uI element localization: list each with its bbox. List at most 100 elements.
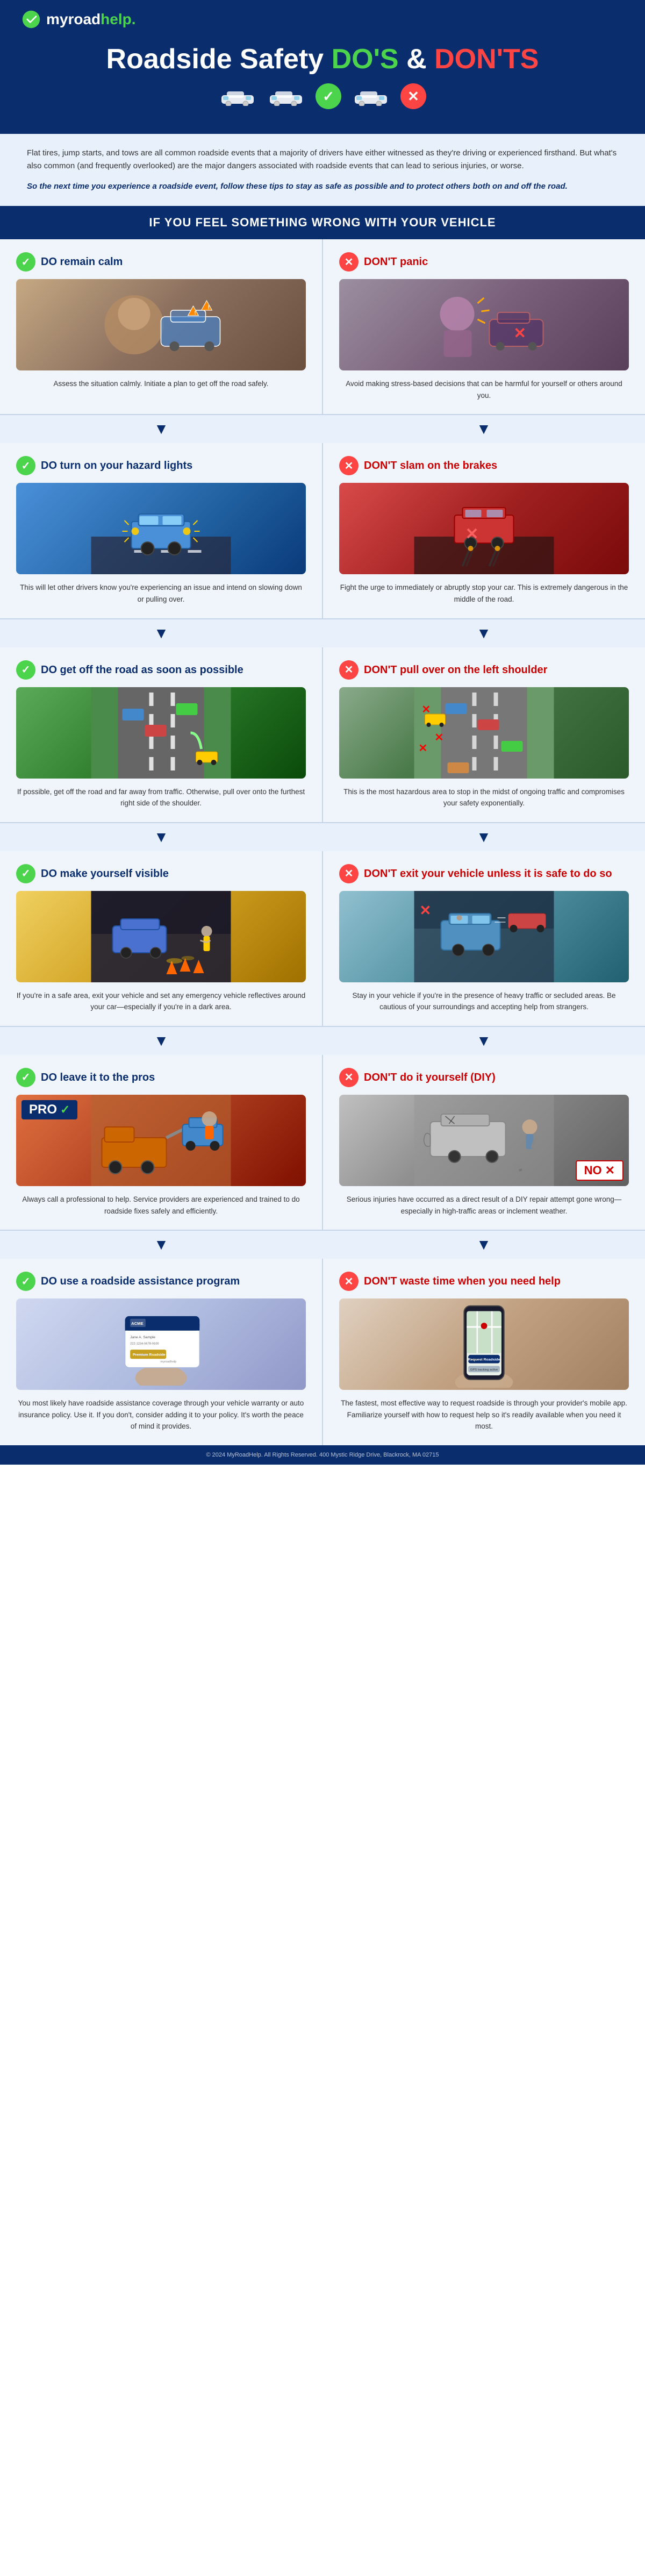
dont-title-1: DON'T panic (364, 255, 428, 268)
dont-image-6: Request Roadside GPS tracking active (339, 1298, 629, 1390)
dont-badge-2: ✕ (339, 456, 359, 475)
tip-label-do-2: ✓ DO turn on your hazard lights (16, 456, 306, 475)
svg-text:GPS tracking active: GPS tracking active (470, 1369, 498, 1372)
arrow-down-1b: ▼ (476, 420, 491, 438)
tip-col-do-5: ✓ DO leave it to the pros (0, 1055, 323, 1230)
do-title-4: DO make yourself visible (41, 867, 169, 880)
do-badge-6: ✓ (16, 1272, 35, 1291)
do-badge-2: ✓ (16, 456, 35, 475)
arrow-col-do-3: ▼ (0, 823, 322, 851)
tip-col-dont-2: ✕ DON'T slam on the brakes (323, 443, 645, 618)
arrow-row-3: ▼ ▼ (0, 823, 645, 851)
dont-title-2: DON'T slam on the brakes (364, 459, 497, 472)
do-image-2 (16, 483, 306, 574)
title-prefix: Roadside Safety (106, 44, 332, 75)
car-icon-2 (267, 87, 305, 106)
tip-label-dont-1: ✕ DON'T panic (339, 252, 629, 272)
tip-label-do-6: ✓ DO use a roadside assistance program (16, 1272, 306, 1291)
svg-text:✕: ✕ (422, 704, 431, 716)
icon-row: ✓ ✕ (22, 83, 624, 109)
tip-label-dont-5: ✕ DON'T do it yourself (DIY) (339, 1068, 629, 1087)
do-badge-5: ✓ (16, 1068, 35, 1087)
section-header-text: IF YOU FEEL SOMETHING WRONG WITH YOUR VE… (11, 216, 634, 230)
svg-text:Request Roadside: Request Roadside (468, 1358, 500, 1362)
tip-col-do-4: ✓ DO make yourself visible (0, 851, 323, 1026)
dont-title-6: DON'T waste time when you need help (364, 1275, 561, 1288)
arrow-col-do-4: ▼ (0, 1027, 322, 1055)
do-image-5: PRO ✓ (16, 1095, 306, 1186)
arrow-col-dont-1: ▼ (322, 415, 645, 443)
svg-text:✕: ✕ (419, 743, 428, 754)
tip-col-do-6: ✓ DO use a roadside assistance program A… (0, 1259, 323, 1445)
calm-illustration: ! ! (16, 279, 306, 370)
dont-title-5: DON'T do it yourself (DIY) (364, 1071, 496, 1084)
intro-section: Flat tires, jump starts, and tows are al… (0, 134, 645, 206)
tip-label-dont-3: ✕ DON'T pull over on the left shoulder (339, 660, 629, 680)
svg-text:!: ! (195, 310, 196, 316)
do-image-3 (16, 687, 306, 779)
tip-label-do-4: ✓ DO make yourself visible (16, 864, 306, 883)
svg-text:Premium Roadside: Premium Roadside (133, 1353, 166, 1357)
dont-badge-6: ✕ (339, 1272, 359, 1291)
dont-image-4: ✕ (339, 891, 629, 982)
dont-desc-6: The fastest, most effective way to reque… (339, 1397, 629, 1432)
arrow-row-2: ▼ ▼ (0, 619, 645, 647)
tip-col-dont-1: ✕ DON'T panic ✕ (323, 239, 645, 414)
do-image-6: ACME Jane A. Sample 222-1234-5678-9100 P… (16, 1298, 306, 1390)
svg-text:!: ! (208, 305, 210, 311)
do-badge-3: ✓ (16, 660, 35, 680)
arrow-down-3: ▼ (154, 829, 169, 846)
dont-badge-5: ✕ (339, 1068, 359, 1087)
title-section: Roadside Safety DO'S & DON'TS ✓ (0, 39, 645, 134)
tip-row-1: ✓ DO remain calm ! ! (0, 239, 645, 415)
tip-row-2: ✓ DO turn on your hazard lights (0, 443, 645, 619)
title-donts: DON'TS (434, 44, 539, 75)
do-title-5: DO leave it to the pros (41, 1071, 155, 1084)
tip-label-do-5: ✓ DO leave it to the pros (16, 1068, 306, 1087)
visible-illustration (16, 891, 306, 982)
do-desc-5: Always call a professional to help. Serv… (16, 1194, 306, 1217)
dont-image-1: ✕ (339, 279, 629, 370)
do-image-1: ! ! (16, 279, 306, 370)
dont-desc-1: Avoid making stress-based decisions that… (339, 378, 629, 401)
tip-row-4: ✓ DO make yourself visible (0, 851, 645, 1027)
do-title-6: DO use a roadside assistance program (41, 1275, 240, 1288)
do-title-3: DO get off the road as soon as possible (41, 663, 243, 676)
arrow-col-dont-2: ▼ (322, 619, 645, 647)
tip-col-dont-4: ✕ DON'T exit your vehicle unless it is s… (323, 851, 645, 1026)
dont-title-4: DON'T exit your vehicle unless it is saf… (364, 867, 612, 880)
tip-col-dont-5: ✕ DON'T do it yourself (DIY) (323, 1055, 645, 1230)
dont-desc-4: Stay in your vehicle if you're in the pr… (339, 990, 629, 1013)
footer: © 2024 MyRoadHelp. All Rights Reserved. … (0, 1445, 645, 1465)
arrow-down-3b: ▼ (476, 829, 491, 846)
dont-badge-1: ✕ (339, 252, 359, 272)
pro-checkmark: ✓ (60, 1103, 70, 1117)
brakes-illustration: ✕ (339, 483, 629, 574)
arrow-down-4b: ▼ (476, 1032, 491, 1050)
dont-desc-5: Serious injuries have occurred as a dire… (339, 1194, 629, 1217)
svg-text:✕: ✕ (465, 525, 479, 543)
exit-illustration: ✕ (339, 891, 629, 982)
do-title-2: DO turn on your hazard lights (41, 459, 192, 472)
arrow-down-5b: ▼ (476, 1236, 491, 1253)
shoulder-illustration: ✕ ✕ ✕ (339, 687, 629, 779)
tip-label-do-3: ✓ DO get off the road as soon as possibl… (16, 660, 306, 680)
arrow-col-do-2: ▼ (0, 619, 322, 647)
car-icon-1 (219, 87, 256, 106)
dont-title-3: DON'T pull over on the left shoulder (364, 663, 547, 676)
panic-illustration: ✕ (339, 279, 629, 370)
no-badge: NO ✕ (576, 1160, 624, 1181)
svg-text:Jane A. Sample: Jane A. Sample (130, 1336, 155, 1339)
tips-container: ✓ DO remain calm ! ! (0, 239, 645, 1445)
arrow-down-1: ▼ (154, 420, 169, 438)
tip-label-dont-4: ✕ DON'T exit your vehicle unless it is s… (339, 864, 629, 883)
phone-illustration: Request Roadside GPS tracking active (354, 1301, 614, 1388)
intro-para1: Flat tires, jump starts, and tows are al… (27, 147, 618, 173)
dont-badge-3: ✕ (339, 660, 359, 680)
tip-col-do-2: ✓ DO turn on your hazard lights (0, 443, 323, 618)
tip-label-do-1: ✓ DO remain calm (16, 252, 306, 272)
arrow-row-1: ▼ ▼ (0, 415, 645, 443)
main-title: Roadside Safety DO'S & DON'TS (22, 44, 624, 75)
do-desc-3: If possible, get off the road and far aw… (16, 786, 306, 809)
card-illustration: ACME Jane A. Sample 222-1234-5678-9100 P… (31, 1303, 291, 1386)
